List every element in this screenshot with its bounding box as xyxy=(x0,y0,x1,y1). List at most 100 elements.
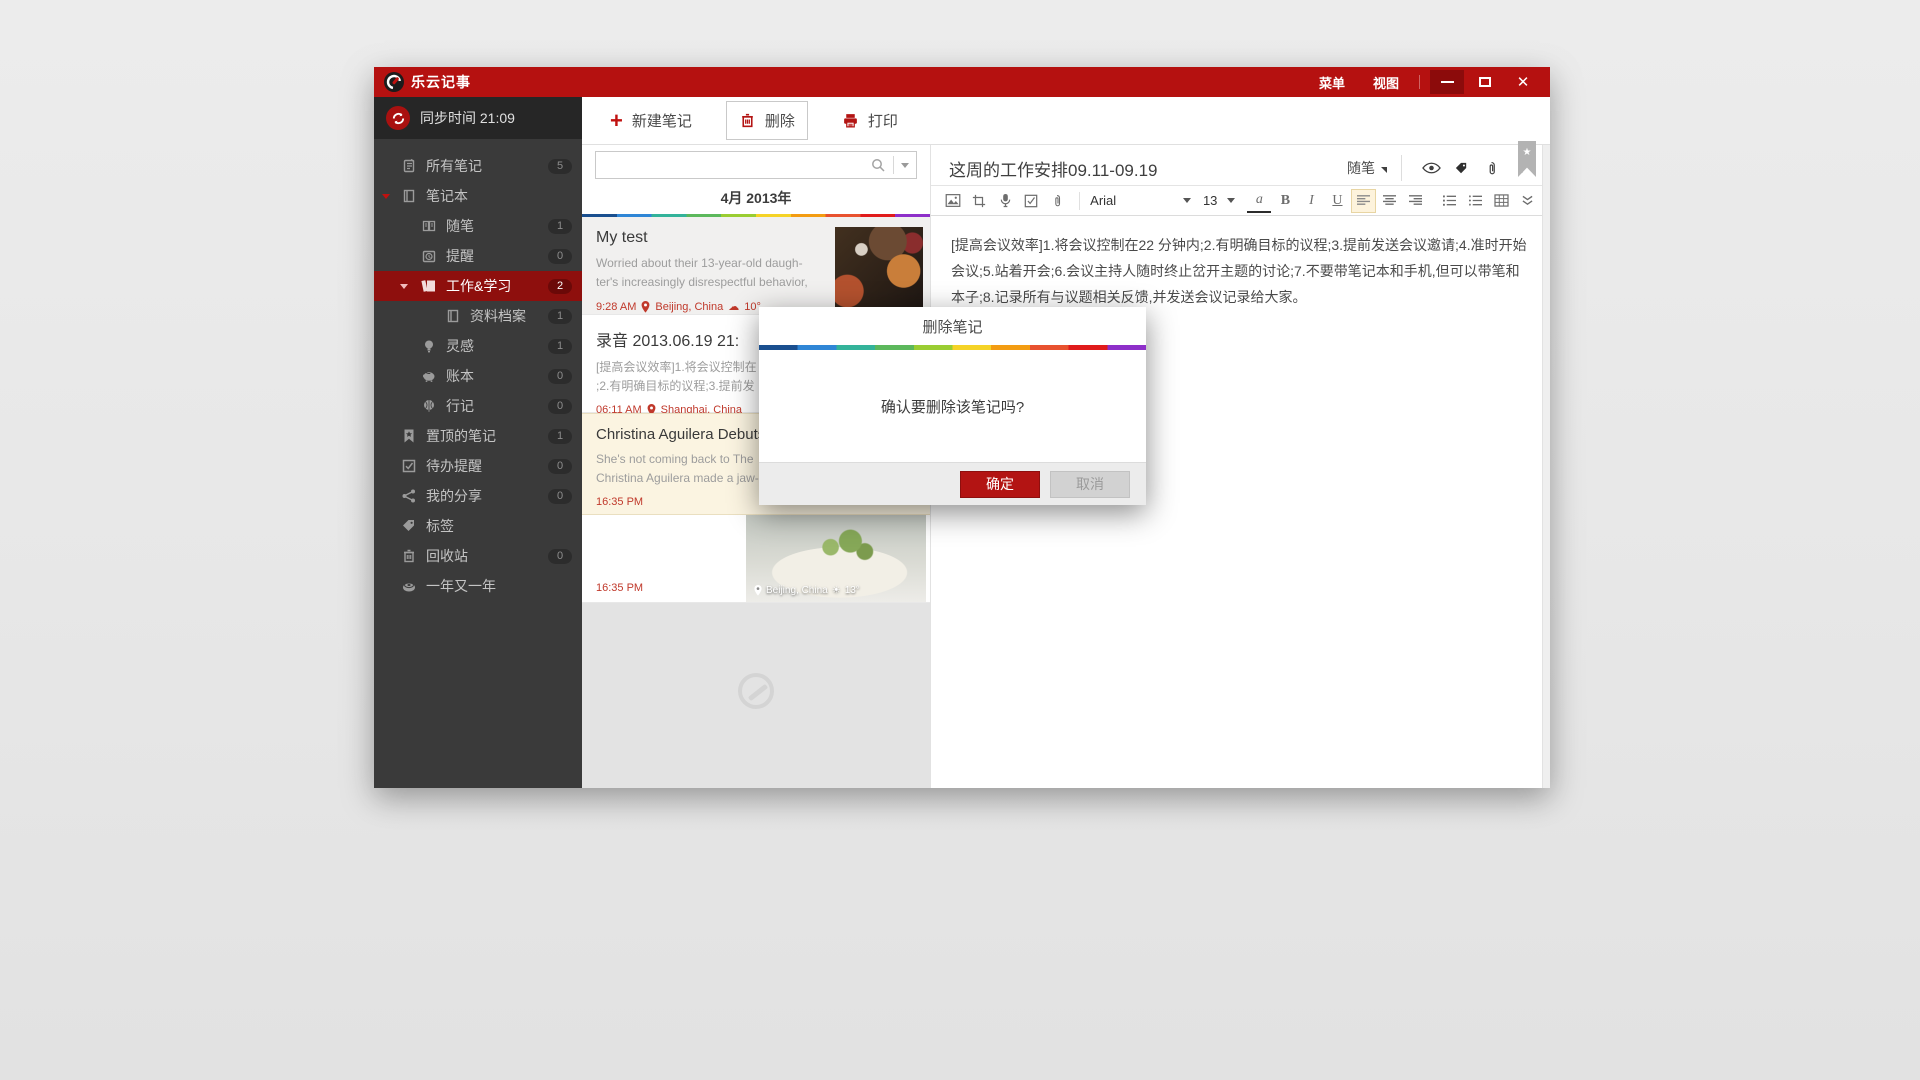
maximize-icon xyxy=(1479,77,1491,87)
align-right-button[interactable] xyxy=(1404,189,1428,213)
close-icon: ✕ xyxy=(1517,75,1530,90)
close-button[interactable]: ✕ xyxy=(1506,70,1540,94)
record-audio-button[interactable] xyxy=(993,189,1017,213)
sidebar-item-label: 行记 xyxy=(446,396,548,416)
note-list-item[interactable]: Beijing, China ☀ 13° 16:35 PM xyxy=(582,515,930,603)
editor-note-title[interactable]: 这周的工作安排09.11-09.19 xyxy=(949,156,1347,181)
sidebar-item-label: 标签 xyxy=(426,516,572,536)
confirm-button[interactable]: 确定 xyxy=(960,471,1040,498)
bold-button[interactable]: B xyxy=(1273,189,1297,213)
sidebar-item-label: 置顶的笔记 xyxy=(426,426,548,446)
search-icon[interactable] xyxy=(863,157,893,173)
insert-table-button[interactable] xyxy=(1490,189,1514,213)
sync-row[interactable]: 同步时间 21:09 xyxy=(374,97,582,139)
print-label: 打印 xyxy=(868,110,898,131)
sidebar-item-work-study[interactable]: 工作&学习 2 xyxy=(374,271,582,301)
sidebar-item-travel-log[interactable]: 行记 0 xyxy=(374,391,582,421)
insert-todo-button[interactable] xyxy=(1019,189,1043,213)
search-input[interactable] xyxy=(596,152,863,178)
sidebar-item-year-after-year[interactable]: 一年又一年 xyxy=(374,571,582,601)
font-color-button[interactable]: a xyxy=(1247,189,1271,213)
align-center-button[interactable] xyxy=(1378,189,1402,213)
insert-image-button[interactable] xyxy=(941,189,965,213)
note-preview: Worried about their 13-year-old daugh- xyxy=(596,254,826,273)
sidebar-item-label: 账本 xyxy=(446,366,548,386)
note-photo-thumbnail xyxy=(835,227,923,307)
collapse-arrow-icon[interactable] xyxy=(382,194,390,199)
dialog-message: 确认要删除该笔记吗? xyxy=(759,350,1146,462)
note-time: 9:28 AM xyxy=(596,301,636,313)
note-weather: 13° xyxy=(845,585,860,596)
books-icon xyxy=(420,278,437,295)
print-button[interactable]: 打印 xyxy=(830,102,910,139)
sidebar-item-archive[interactable]: 资料档案 1 xyxy=(374,301,582,331)
category-dropdown[interactable]: 随笔 xyxy=(1347,158,1387,178)
plus-icon: + xyxy=(610,113,623,129)
count-badge: 1 xyxy=(548,309,572,324)
note-time: 16:35 PM xyxy=(596,582,643,594)
menu-button[interactable]: 菜单 xyxy=(1305,67,1359,97)
sidebar-item-pinned-notes[interactable]: 置顶的笔记 1 xyxy=(374,421,582,451)
search-options-arrow-icon[interactable] xyxy=(894,163,916,168)
new-note-button[interactable]: + 新建笔记 xyxy=(598,102,704,139)
sidebar-item-inspiration[interactable]: 灵感 1 xyxy=(374,331,582,361)
count-badge: 0 xyxy=(548,489,572,504)
cloud-icon: ☁ xyxy=(728,300,739,313)
delete-note-button[interactable]: 删除 xyxy=(726,101,808,140)
minimize-button[interactable] xyxy=(1430,70,1464,94)
count-badge: 0 xyxy=(548,369,572,384)
note-location: Beijing, China xyxy=(655,301,723,313)
sidebar-item-trash[interactable]: 回收站 0 xyxy=(374,541,582,571)
sidebar-item-essays[interactable]: 随笔 1 xyxy=(374,211,582,241)
note-location: Beijing, China xyxy=(766,585,828,596)
count-badge: 1 xyxy=(548,219,572,234)
sidebar-item-label: 待办提醒 xyxy=(426,456,548,476)
view-button[interactable]: 视图 xyxy=(1359,67,1413,97)
sidebar-item-todo-reminders[interactable]: 待办提醒 0 xyxy=(374,451,582,481)
location-pin-icon xyxy=(754,585,762,596)
sidebar-item-my-shares[interactable]: 我的分享 0 xyxy=(374,481,582,511)
sync-time-label: 同步时间 21:09 xyxy=(420,108,515,128)
sidebar-item-reminders[interactable]: 提醒 0 xyxy=(374,241,582,271)
italic-button[interactable]: I xyxy=(1299,189,1323,213)
underline-button[interactable]: U xyxy=(1325,189,1349,213)
more-tools-chevron-icon[interactable] xyxy=(1516,189,1540,213)
sidebar-item-label: 笔记本 xyxy=(426,186,572,206)
crop-button[interactable] xyxy=(967,189,991,213)
app-title: 乐云记事 xyxy=(411,72,471,92)
maximize-button[interactable] xyxy=(1468,70,1502,94)
dialog-footer: 确定 取消 xyxy=(759,462,1146,505)
note-list-item[interactable]: My test Worried about their 13-year-old … xyxy=(582,217,930,315)
collapse-arrow-icon[interactable] xyxy=(400,284,408,289)
sidebar-item-label: 回收站 xyxy=(426,546,548,566)
note-time: 16:35 PM xyxy=(596,496,643,508)
count-badge: 1 xyxy=(548,339,572,354)
sidebar-item-all-notes[interactable]: 所有笔记 5 xyxy=(374,151,582,181)
font-family-arrow-icon[interactable] xyxy=(1183,198,1191,203)
bullet-list-button[interactable] xyxy=(1438,189,1462,213)
numbered-list-button[interactable] xyxy=(1464,189,1488,213)
editor-scrollbar[interactable] xyxy=(1542,145,1550,788)
font-size-select[interactable]: 13 xyxy=(1203,193,1223,208)
sidebar-item-ledger[interactable]: 账本 0 xyxy=(374,361,582,391)
delete-label: 删除 xyxy=(765,110,795,131)
minimize-icon xyxy=(1441,81,1454,83)
font-size-arrow-icon[interactable] xyxy=(1227,198,1235,203)
tag-button[interactable] xyxy=(1446,155,1476,181)
attach-file-button[interactable] xyxy=(1045,189,1069,213)
sidebar-item-tags[interactable]: 标签 xyxy=(374,511,582,541)
balloon-icon xyxy=(420,398,437,415)
app-watermark-logo-icon xyxy=(738,673,774,709)
count-badge: 0 xyxy=(548,459,572,474)
share-icon xyxy=(400,488,417,505)
align-left-button[interactable] xyxy=(1351,189,1375,213)
category-label: 随笔 xyxy=(1347,158,1375,178)
sidebar-item-notebooks[interactable]: 笔记本 xyxy=(374,181,582,211)
preview-eye-button[interactable] xyxy=(1416,155,1446,181)
count-badge: 1 xyxy=(548,429,572,444)
pinned-bookmark-icon xyxy=(400,428,417,445)
attachment-button[interactable] xyxy=(1476,155,1506,181)
cancel-button[interactable]: 取消 xyxy=(1050,471,1130,498)
font-family-select[interactable]: Arial xyxy=(1090,193,1179,208)
sidebar-item-label: 灵感 xyxy=(446,336,548,356)
